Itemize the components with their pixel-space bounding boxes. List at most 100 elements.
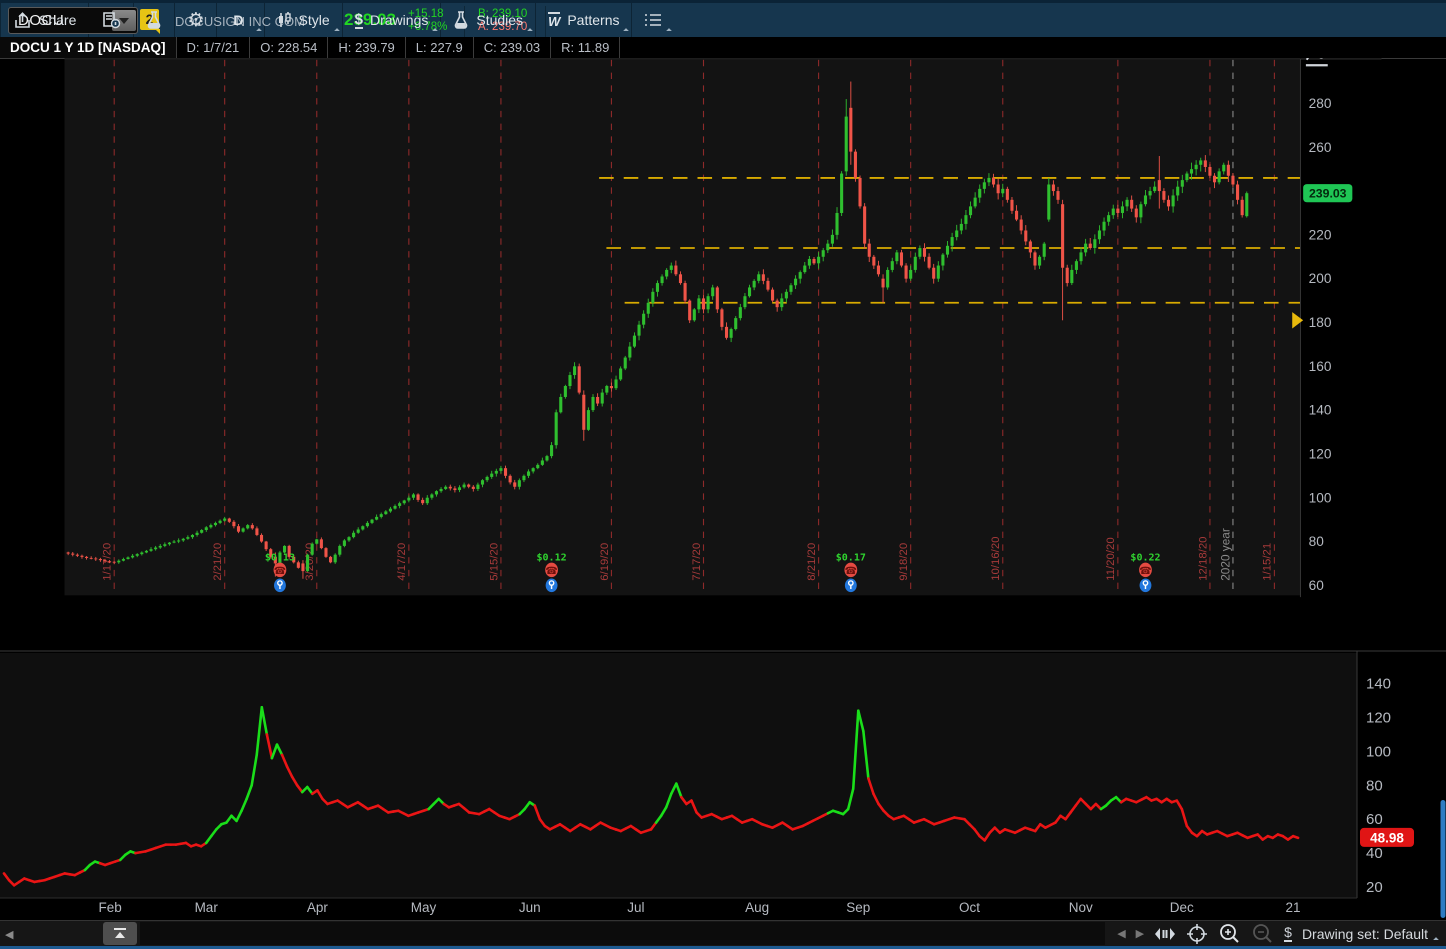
price-axis-tick: 120 [1309,446,1332,461]
share-button[interactable]: Share [1,3,88,37]
candlestick [601,393,604,404]
bar-spacing-icon[interactable] [1154,927,1176,941]
vertical-scrollbar-thumb[interactable] [1441,800,1446,918]
collapse-panel-button[interactable] [103,922,137,945]
candlestick [145,551,148,553]
chart-notes-button[interactable] [89,3,133,37]
candlestick [1181,180,1184,187]
candlestick [196,533,199,535]
candlestick [1015,211,1018,220]
price-axis-tick: 220 [1309,227,1332,242]
ohlc-cell: C: 239.03 [474,37,551,58]
candlestick [831,235,834,244]
candlestick [94,559,97,560]
candlestick [297,562,300,567]
candlestick [136,554,139,556]
drawings-button[interactable]: $ Drawings [343,3,441,37]
pan-right-icon[interactable]: ▶ [1136,927,1144,940]
candlestick [366,523,369,526]
candlestick [426,498,429,503]
candlestick [748,287,751,296]
candlestick [582,395,585,430]
candlestick [564,386,567,397]
candlestick [693,309,696,320]
candlestick [168,543,171,545]
date-gridline-label: 11/20/20 [1105,537,1117,580]
patterns-button[interactable]: W Patterns [536,3,631,37]
candlestick [140,552,143,554]
settings-button[interactable]: ⚙ [175,3,216,37]
candlestick [103,560,106,561]
study-axis-tick: 60 [1366,811,1383,828]
style-button[interactable]: Style [265,3,342,37]
candlestick [1126,200,1129,207]
main-price-chart[interactable]: 1/17/202/21/203/20/204/17/205/15/206/19/… [0,58,1446,650]
candlestick [559,397,562,412]
candlestick [624,358,627,369]
candlestick [1066,268,1069,283]
candlestick [1185,174,1188,181]
candlestick [329,557,332,562]
candlestick [826,244,829,251]
month-label: 21 [1286,900,1301,915]
candlestick [527,471,530,475]
iv-study-chart[interactable]: 1401201008060402048.98FebMarAprMayJunJul… [0,650,1446,920]
candlestick [389,509,392,512]
candlestick [794,279,797,286]
candlestick [983,182,986,189]
date-gridline-label: 10/16/20 [990,537,1002,581]
candlestick [992,178,995,185]
candlestick [545,456,548,460]
study-axis-tick: 40 [1366,845,1383,862]
analyze-button[interactable] [134,3,174,37]
candlestick [766,281,769,290]
candlestick [822,250,825,257]
candlestick [661,276,664,283]
drawing-set-selector[interactable]: Drawing set: Default [1302,926,1438,942]
price-axis-tick: 140 [1309,403,1332,418]
candlestick [117,561,120,563]
candlestick [532,468,535,471]
zoom-out-icon[interactable] [1251,922,1274,945]
candlestick [347,537,350,540]
scroll-left-icon[interactable]: ◀ [5,928,13,941]
iv-value-badge-text: 48.98 [1370,830,1404,845]
candlestick [1153,187,1156,191]
chart-menu-button[interactable] [632,3,674,37]
candlestick [476,485,479,489]
candlestick [997,184,1000,193]
study-axis-tick: 140 [1366,676,1391,693]
horizontal-scrollbar[interactable] [140,922,1105,945]
date-gridline-label: 1/17/20 [102,543,114,581]
candlestick [1047,184,1050,219]
ohlc-cell: H: 239.79 [328,37,405,58]
candlestick [905,266,908,279]
candlestick [1245,193,1248,216]
candlestick [541,460,544,464]
candlestick [1006,189,1009,200]
toolbar-buttons: Share ⚙ D Style $ Drawings Stud [0,3,1446,37]
candlestick [1218,171,1221,182]
candlestick [974,198,977,207]
studies-button[interactable]: Studies [441,3,535,37]
dividend-amount-label: $0.22 [1130,553,1160,564]
candlestick [1236,184,1239,199]
timeframe-button[interactable]: D [217,3,263,37]
share-icon [13,12,32,29]
month-label: Mar [195,900,219,915]
crosshair-icon[interactable] [1186,923,1208,945]
candlestick [785,292,788,299]
pan-left-icon[interactable]: ◀ [1117,927,1125,940]
list-menu-icon [644,13,662,27]
candlestick [730,329,733,338]
candlestick [80,556,83,557]
candlestick [163,544,166,546]
zoom-in-icon[interactable] [1218,922,1241,945]
date-gridline-label: 1/15/21 [1262,543,1274,581]
price-tools-icon[interactable]: $ [1284,925,1292,942]
candlestick [1135,209,1138,218]
candlestick [71,554,74,555]
chart-title: DOCU 1 Y 1D [NASDAQ] [0,37,177,58]
ohlc-cell: D: 1/7/21 [177,37,251,58]
chart-header-row: DOCU 1 Y 1D [NASDAQ] D: 1/7/21O: 228.54H… [0,37,1446,59]
